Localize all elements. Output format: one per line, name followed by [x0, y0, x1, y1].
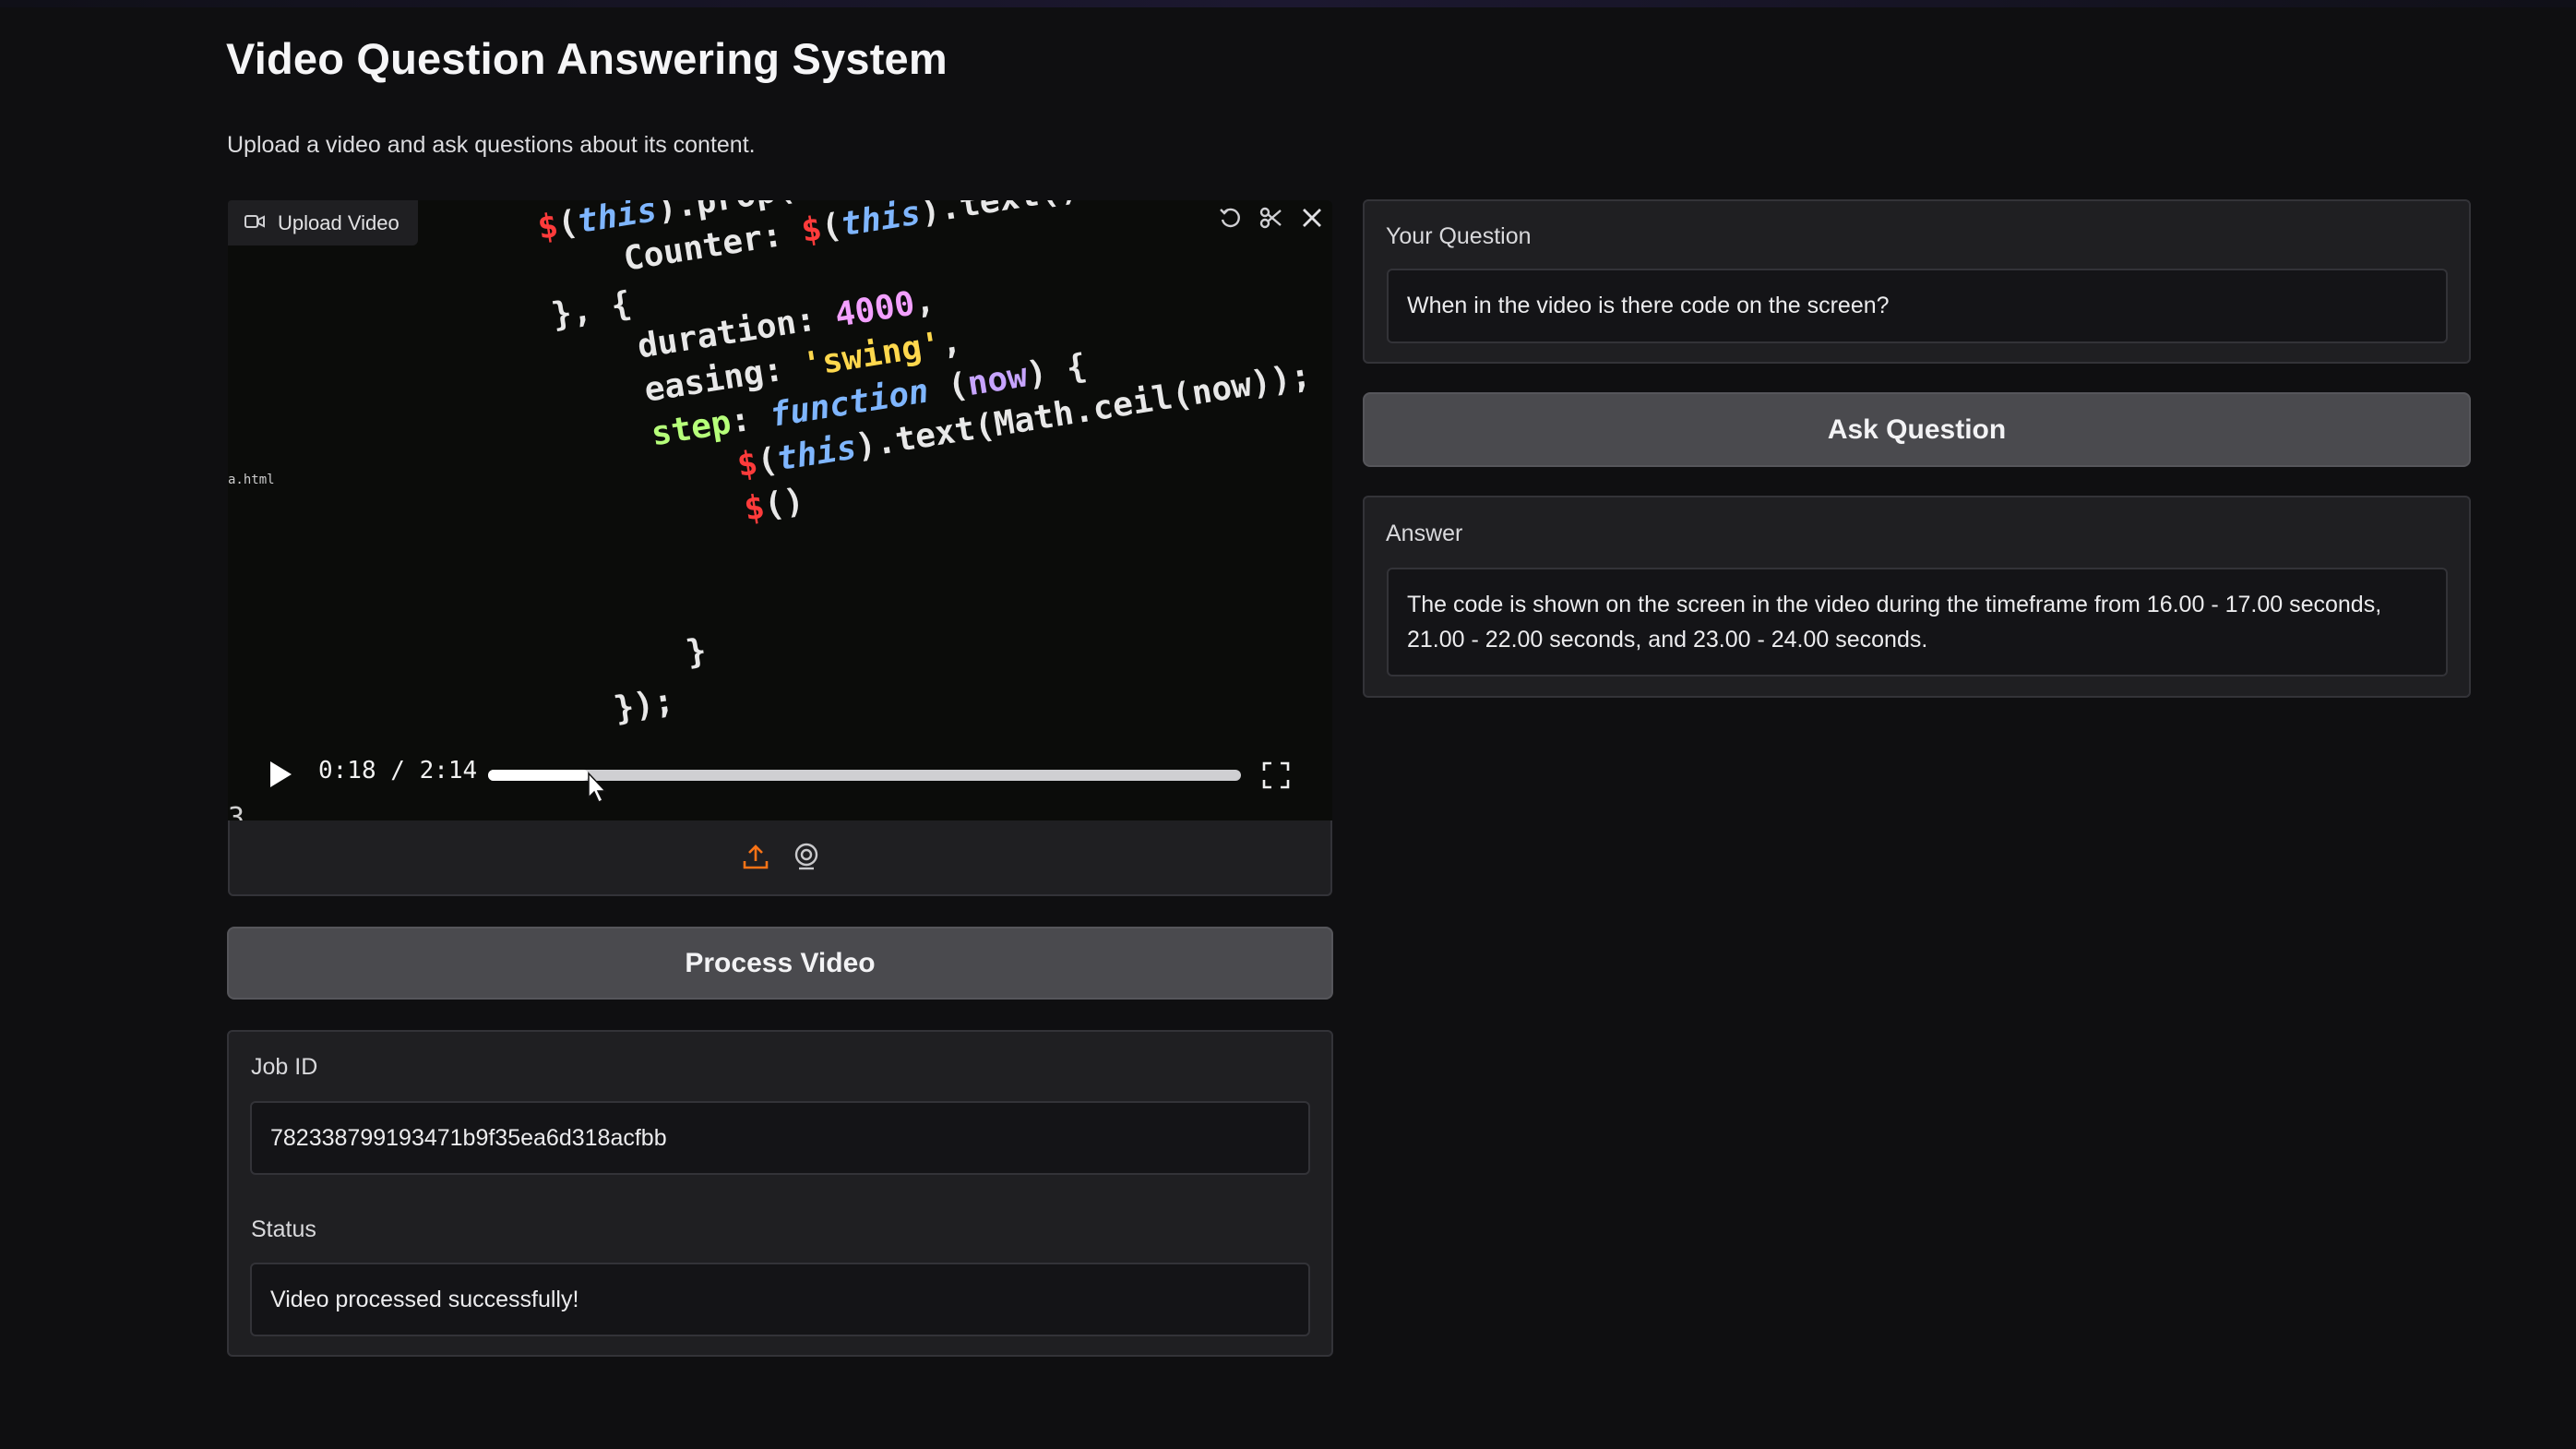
job-id-field[interactable]: 782338799193471b9f35ea6d318acfbb	[250, 1101, 1310, 1175]
video-toolbar	[1209, 201, 1332, 238]
question-label: Your Question	[1386, 223, 1532, 249]
cursor-pointer-icon	[587, 772, 609, 809]
status-value: Video processed successfully!	[270, 1286, 579, 1312]
upload-icon[interactable]	[742, 843, 769, 875]
question-value: When in the video is there code on the s…	[1407, 293, 1890, 318]
play-icon[interactable]	[268, 760, 293, 794]
top-gradient-bar	[0, 0, 2576, 7]
job-id-label: Job ID	[251, 1054, 318, 1080]
question-input[interactable]: When in the video is there code on the s…	[1387, 269, 2448, 343]
video-player[interactable]: a.html $('.count').each(function () { $(…	[228, 200, 1332, 820]
process-video-button[interactable]: Process Video	[227, 927, 1333, 1000]
close-icon[interactable]	[1300, 206, 1324, 234]
ask-question-button[interactable]: Ask Question	[1363, 392, 2471, 467]
page-subtitle: Upload a video and ask questions about i…	[227, 132, 756, 158]
page-title: Video Question Answering System	[226, 34, 948, 83]
fullscreen-icon[interactable]	[1262, 761, 1290, 794]
video-frame: a.html $('.count').each(function () { $(…	[228, 200, 1314, 820]
webcam-icon[interactable]	[793, 843, 820, 875]
answer-output[interactable]: The code is shown on the screen in the v…	[1387, 568, 2448, 677]
job-id-value: 782338799193471b9f35ea6d318acfbb	[270, 1124, 667, 1151]
upload-video-label: Upload Video	[278, 210, 400, 234]
time-display: 0:18 / 2:14	[318, 757, 478, 784]
answer-value: The code is shown on the screen in the v…	[1407, 592, 2382, 653]
undo-icon[interactable]	[1217, 205, 1243, 235]
scissors-icon[interactable]	[1258, 205, 1284, 235]
video-camera-icon	[244, 211, 265, 235]
video-source-bar	[228, 820, 1332, 896]
answer-label: Answer	[1386, 521, 1463, 546]
status-field[interactable]: Video processed successfully!	[250, 1263, 1310, 1336]
upload-video-badge: Upload Video	[228, 200, 418, 245]
progress-fill	[488, 770, 590, 781]
status-label: Status	[251, 1216, 316, 1242]
